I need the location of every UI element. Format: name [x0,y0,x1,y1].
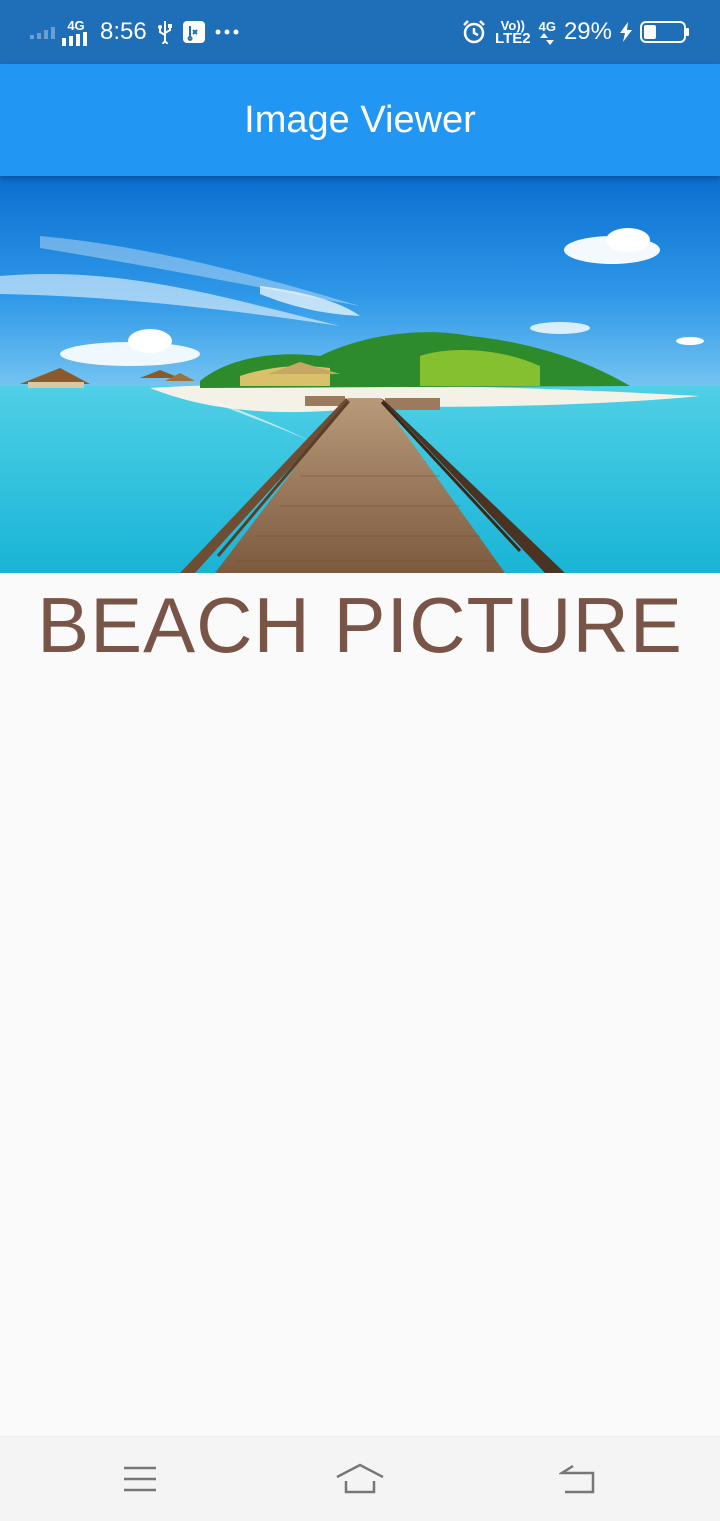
image-caption: BEACH PICTURE [37,581,683,669]
back-icon [559,1464,595,1494]
more-icon [215,29,239,35]
beach-illustration [0,176,720,573]
status-left: 4G 8:56 [30,14,239,50]
volte-indicator: Vo)) LTE2 [495,19,531,47]
menu-button[interactable] [110,1455,170,1503]
volte-bottom-label: LTE2 [495,30,531,47]
home-icon [336,1463,384,1494]
battery-percent: 29% [563,18,612,45]
beach-image [0,176,720,573]
network-type-label: 4G [67,17,85,33]
app-title: Image Viewer [244,98,476,141]
status-time: 8:56 [100,18,147,45]
app-bar: Image Viewer [0,64,720,176]
signal-icon [30,27,55,39]
menu-icon [124,1466,156,1492]
charging-icon [620,22,632,42]
usb-icon [157,21,172,44]
home-button[interactable] [330,1455,390,1503]
network-right-label: 4G [538,18,556,34]
network-4g-right-indicator: 4G [539,20,556,45]
status-bar: 4G 8:56 Vo)) LTE2 4G 29% [0,0,720,64]
navigation-bar [0,1436,720,1521]
status-right: Vo)) LTE2 4G 29% [461,14,690,50]
alarm-icon [463,20,485,44]
back-button[interactable] [548,1455,608,1503]
network-4g-indicator: 4G [62,19,90,46]
battery-icon [640,21,689,43]
signal-bars-icon [62,31,87,46]
usb-debug-icon [182,21,205,43]
data-arrows-icon [540,32,555,45]
